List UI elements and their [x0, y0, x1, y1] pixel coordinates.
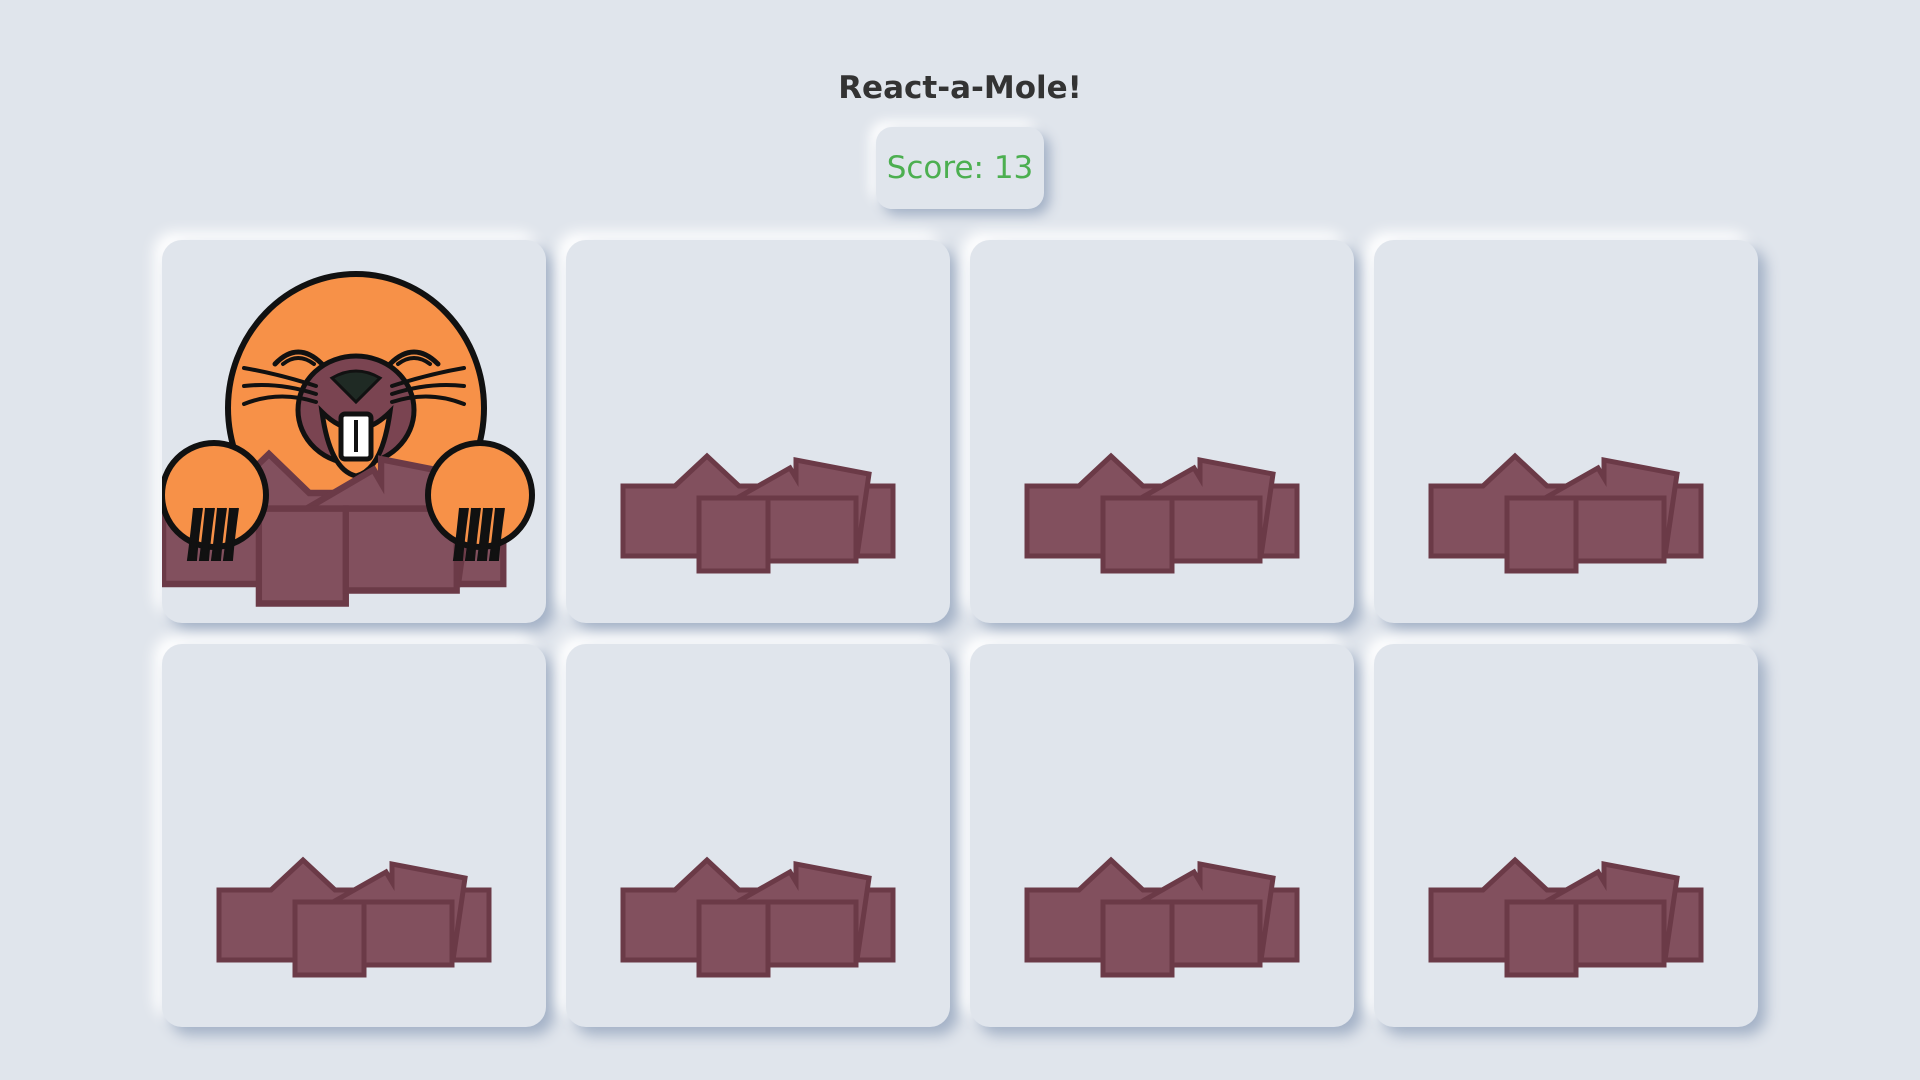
game-app: React-a-Mole! Score: 13 [0, 0, 1920, 1080]
dirt-mound-icon [620, 452, 896, 574]
dirt-mound-icon [620, 856, 896, 978]
hole-7[interactable] [970, 644, 1354, 1027]
hole-2[interactable] [566, 240, 950, 623]
dirt-mound-icon [1428, 856, 1704, 978]
dirt-mound-icon [216, 856, 492, 978]
hole-3[interactable] [970, 240, 1354, 623]
dirt-mound-icon [1024, 452, 1300, 574]
dirt-mound-icon [1428, 452, 1704, 574]
mole-grid [162, 240, 1758, 1027]
hole-5[interactable] [162, 644, 546, 1027]
hole-6[interactable] [566, 644, 950, 1027]
hole-8[interactable] [1374, 644, 1758, 1027]
hole-4[interactable] [1374, 240, 1758, 623]
hole-1[interactable] [162, 240, 546, 623]
score-display: Score: 13 [876, 127, 1044, 209]
game-title: React-a-Mole! [838, 70, 1082, 106]
dirt-mound-icon [1024, 856, 1300, 978]
